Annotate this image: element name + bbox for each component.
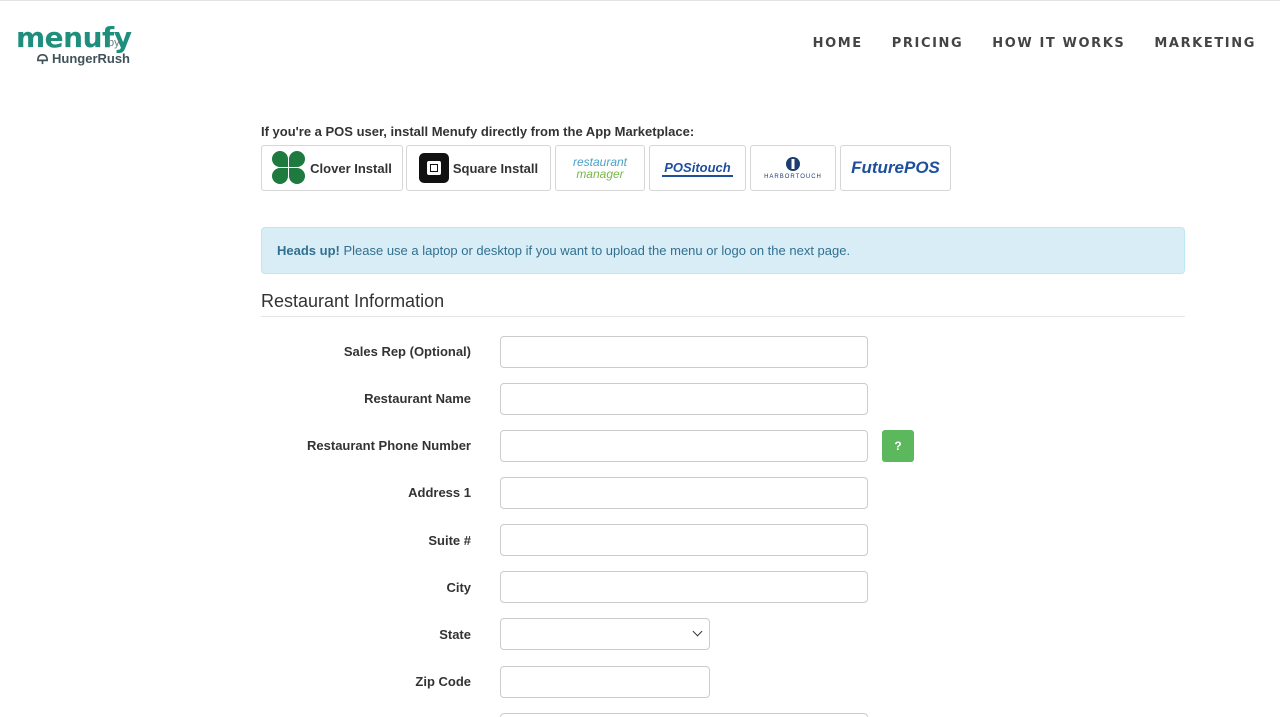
clover-install-label: Clover Install [310,160,392,176]
clover-icon [272,151,306,185]
phone-help-button[interactable]: ? [882,430,914,462]
state-label: State [439,627,471,642]
restaurant-manager-logo: restaurant manager [572,155,628,181]
pos-install-heading: If you're a POS user, install Menufy dir… [261,124,695,139]
alert-text: Please use a laptop or desktop if you wa… [339,243,851,258]
zip-input[interactable] [500,666,710,698]
menufy-logo[interactable]: menufy by HungerRush [16,21,146,69]
next-field-input[interactable] [500,713,868,717]
nav-home[interactable]: HOME [813,36,863,51]
sales-rep-label: Sales Rep (Optional) [343,344,471,359]
harbortouch-logo: HARBORTOUCH [764,174,822,180]
square-install-button[interactable]: Square Install [406,145,551,191]
city-label: City [446,580,471,595]
section-divider [261,316,1185,317]
address1-label: Address 1 [408,485,471,500]
suite-label: Suite # [428,533,471,548]
positouch-button[interactable]: POSitouch [649,145,746,191]
nav-how-it-works[interactable]: HOW IT WORKS [992,36,1125,51]
harbortouch-icon [786,157,800,171]
nav-pricing[interactable]: PRICING [892,36,964,51]
section-title: Restaurant Information [261,291,445,311]
address1-input[interactable] [500,477,868,509]
hungerrush-label: HungerRush [52,51,130,66]
heads-up-alert: Heads up! Please use a laptop or desktop… [261,227,1185,274]
square-icon [418,153,449,183]
phone-label: Restaurant Phone Number [307,438,471,453]
nav-marketing[interactable]: MARKETING [1154,36,1256,51]
harbortouch-button[interactable]: HARBORTOUCH [750,145,836,191]
suite-input[interactable] [500,524,868,556]
restaurant-manager-button[interactable]: restaurant manager [555,145,645,191]
futurepos-button[interactable]: FuturePOS [840,145,951,191]
state-select[interactable] [500,618,710,650]
futurepos-logo: FuturePOS [851,158,940,177]
restaurant-name-input[interactable] [500,383,868,415]
restaurant-name-label: Restaurant Name [364,391,471,406]
clover-install-button[interactable]: Clover Install [261,145,403,191]
hungerrush-icon [37,53,48,65]
alert-strong: Heads up! [277,243,340,258]
phone-input[interactable] [500,430,868,462]
positouch-logo: POSitouch [662,159,733,177]
sales-rep-input[interactable] [500,336,868,368]
city-input[interactable] [500,571,868,603]
zip-label: Zip Code [415,674,471,689]
square-install-label: Square Install [452,160,539,176]
main-nav: HOME PRICING HOW IT WORKS MARKETING [784,36,1256,51]
hungerrush-logo: HungerRush [36,51,130,66]
chevron-down-icon [692,626,703,637]
logo-by-text: by [108,37,120,49]
